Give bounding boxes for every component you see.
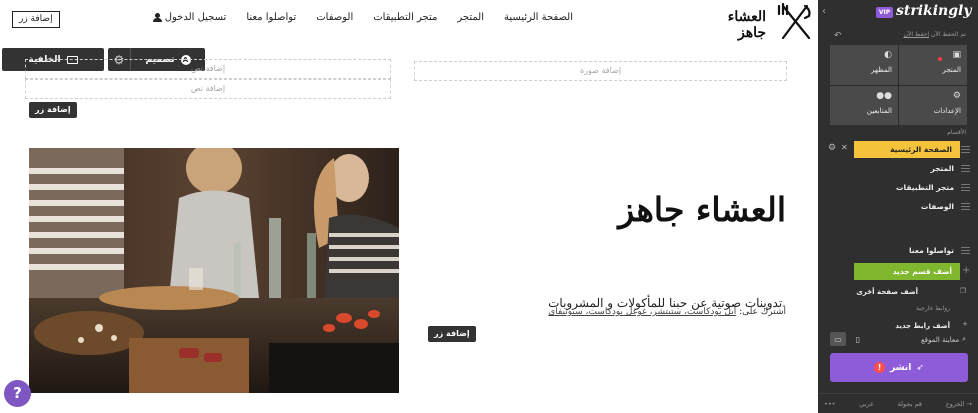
section-home-handle-row [818, 142, 978, 158]
add-link-label: أضف رابط جديد [895, 322, 950, 330]
user-icon [152, 13, 162, 22]
save-now-link[interactable]: إحفظ الآن [903, 31, 929, 38]
drag-handle-icon[interactable] [961, 247, 970, 254]
add-text-label-2: إضافة نص [190, 84, 226, 93]
desktop-preview-icon[interactable]: ▭ [830, 332, 846, 346]
add-image-placeholder[interactable]: إضافة صورة [414, 61, 787, 81]
hero-photo[interactable] [29, 148, 399, 393]
pages-icon[interactable]: ❐ [960, 287, 966, 295]
add-button-hero[interactable]: إضافة زر [428, 326, 476, 342]
subscribe-links[interactable]: أبل بودكاست، ستيتشر، غوغل بودكاست، سبوتي… [548, 307, 736, 317]
editor-sidebar: ‹ VIP strikingly ↶ تم الحفظ الآن إحفظ ال… [818, 0, 978, 413]
drag-handle-icon[interactable] [961, 184, 970, 191]
add-text-placeholder-2[interactable]: إضافة نص [25, 79, 391, 99]
add-link-button[interactable]: أضف رابط جديد [895, 322, 950, 330]
site-preview-button[interactable]: معاينة الموقع ⌕ [921, 335, 966, 344]
add-text-label-1: إضافة نص [190, 64, 226, 73]
sidebar-footer: ••• عربي قم بجولة الخروج → [818, 393, 978, 413]
add-page-label: أضف صفحة أخرى [856, 288, 918, 296]
rocket-icon: ➶ [916, 362, 924, 373]
logout-link[interactable]: الخروج → [946, 400, 972, 408]
hero-title[interactable]: العشاء جاهز [420, 190, 786, 229]
more-menu[interactable]: ••• [824, 400, 836, 408]
logout-arrow-icon: → [966, 399, 972, 408]
mobile-preview-icon[interactable]: ▯ [850, 332, 866, 346]
add-button-top[interactable]: إضافة زر [29, 102, 77, 118]
add-image-label: إضافة صورة [579, 66, 622, 75]
nav-store[interactable]: المتجر [457, 12, 484, 23]
nav-home[interactable]: الصفحة الرئيسية [504, 12, 573, 23]
store-alert-dot [938, 57, 942, 61]
section-item-store[interactable]: المتجر [818, 161, 978, 177]
strikingly-logo: strikingly [896, 3, 972, 19]
undo-icon[interactable]: ↶ [834, 31, 842, 41]
publish-button[interactable]: ! انشر ➶ [830, 353, 968, 382]
external-links-label: روابط خارجية [916, 305, 950, 312]
tile-settings[interactable]: ⚙ الإعدادات [899, 85, 967, 125]
add-page-button[interactable]: أضف صفحة أخرى [856, 288, 918, 296]
nav-login[interactable]: تسجيل الدخول [152, 12, 227, 23]
section-item-app-store[interactable]: متجر التطبيقات [818, 180, 978, 196]
editor-canvas: العشاء جاهز الصفحة الرئيسية المتجر متجر … [0, 0, 818, 413]
logout-label: الخروج [945, 399, 965, 408]
add-text-placeholder-1[interactable]: إضافة نص [25, 59, 391, 79]
nav-login-label: تسجيل الدخول [164, 12, 227, 23]
language-switch[interactable]: عربي [859, 400, 874, 408]
tile-appearance[interactable]: ◐ المظهر [830, 45, 898, 85]
publish-label: انشر [890, 362, 912, 373]
nav-recipes[interactable]: الوصفات [316, 12, 353, 23]
section-recipes-label: الوصفات [920, 202, 954, 211]
site-navbar: العشاء جاهز الصفحة الرئيسية المتجر متجر … [0, 0, 818, 42]
sections-label: الأقسام [947, 129, 966, 136]
add-section-button[interactable]: أضف قسم جديد [854, 263, 960, 280]
add-plus-icon[interactable]: + [962, 265, 970, 276]
settings-icon: ⚙ [952, 90, 961, 101]
store-icon: ▣ [952, 50, 961, 60]
section-contact-label: تواصلوا معنا [908, 246, 954, 255]
tile-appearance-label: المظهر [871, 66, 892, 74]
drag-handle-icon[interactable] [961, 165, 970, 172]
section-item-contact[interactable]: تواصلوا معنا [818, 243, 978, 259]
tile-settings-label: الإعدادات [933, 106, 961, 115]
tour-link[interactable]: قم بجولة [898, 400, 922, 408]
drag-handle-icon[interactable] [961, 146, 970, 153]
palette-icon: ◐ [884, 50, 892, 60]
site-brand[interactable]: العشاء جاهز [700, 9, 766, 41]
nav-contact[interactable]: تواصلوا معنا [246, 12, 296, 23]
collapse-chevron-icon[interactable]: ‹ [822, 6, 826, 17]
chevron-right-icon[interactable]: › [868, 287, 871, 295]
sidebar-tiles: ◐ المظهر ▣ المتجر ●● المتابعين ⚙ الإعداد… [830, 45, 967, 125]
fork-knife-logo-icon[interactable] [773, 2, 817, 42]
nav-app-store[interactable]: متجر التطبيقات [373, 12, 437, 23]
saved-text: تم الحفظ الآن [930, 31, 966, 38]
add-section-label: أضف قسم جديد [892, 267, 952, 276]
nav-add-button[interactable]: إضافة زر [12, 11, 60, 28]
tile-store-label: المتجر [942, 66, 961, 74]
tile-store[interactable]: ▣ المتجر [899, 45, 967, 85]
help-button[interactable]: ? [4, 380, 31, 407]
section-store-label: المتجر [930, 164, 954, 173]
vip-badge: VIP [876, 7, 893, 18]
subscribe-prefix: اشترك على: [739, 307, 786, 317]
section-item-recipes[interactable]: الوصفات [818, 199, 978, 215]
site-nav: الصفحة الرئيسية المتجر متجر التطبيقات ال… [152, 12, 573, 23]
tile-followers[interactable]: ●● المتابعين [830, 85, 898, 125]
publish-warning-icon: ! [874, 362, 886, 373]
drag-handle-icon[interactable] [961, 203, 970, 210]
add-link-plus-icon[interactable]: + [962, 320, 968, 328]
section-app-store-label: متجر التطبيقات [895, 183, 954, 192]
save-status: تم الحفظ الآن إحفظ الآن [903, 31, 966, 38]
hero-subscribe[interactable]: اشترك على: أبل بودكاست، ستيتشر، غوغل بود… [420, 307, 786, 317]
tile-followers-label: المتابعين [866, 106, 892, 115]
search-icon: ⌕ [962, 335, 966, 343]
preview-label: معاينة الموقع [920, 335, 960, 344]
followers-icon: ●● [876, 90, 892, 101]
